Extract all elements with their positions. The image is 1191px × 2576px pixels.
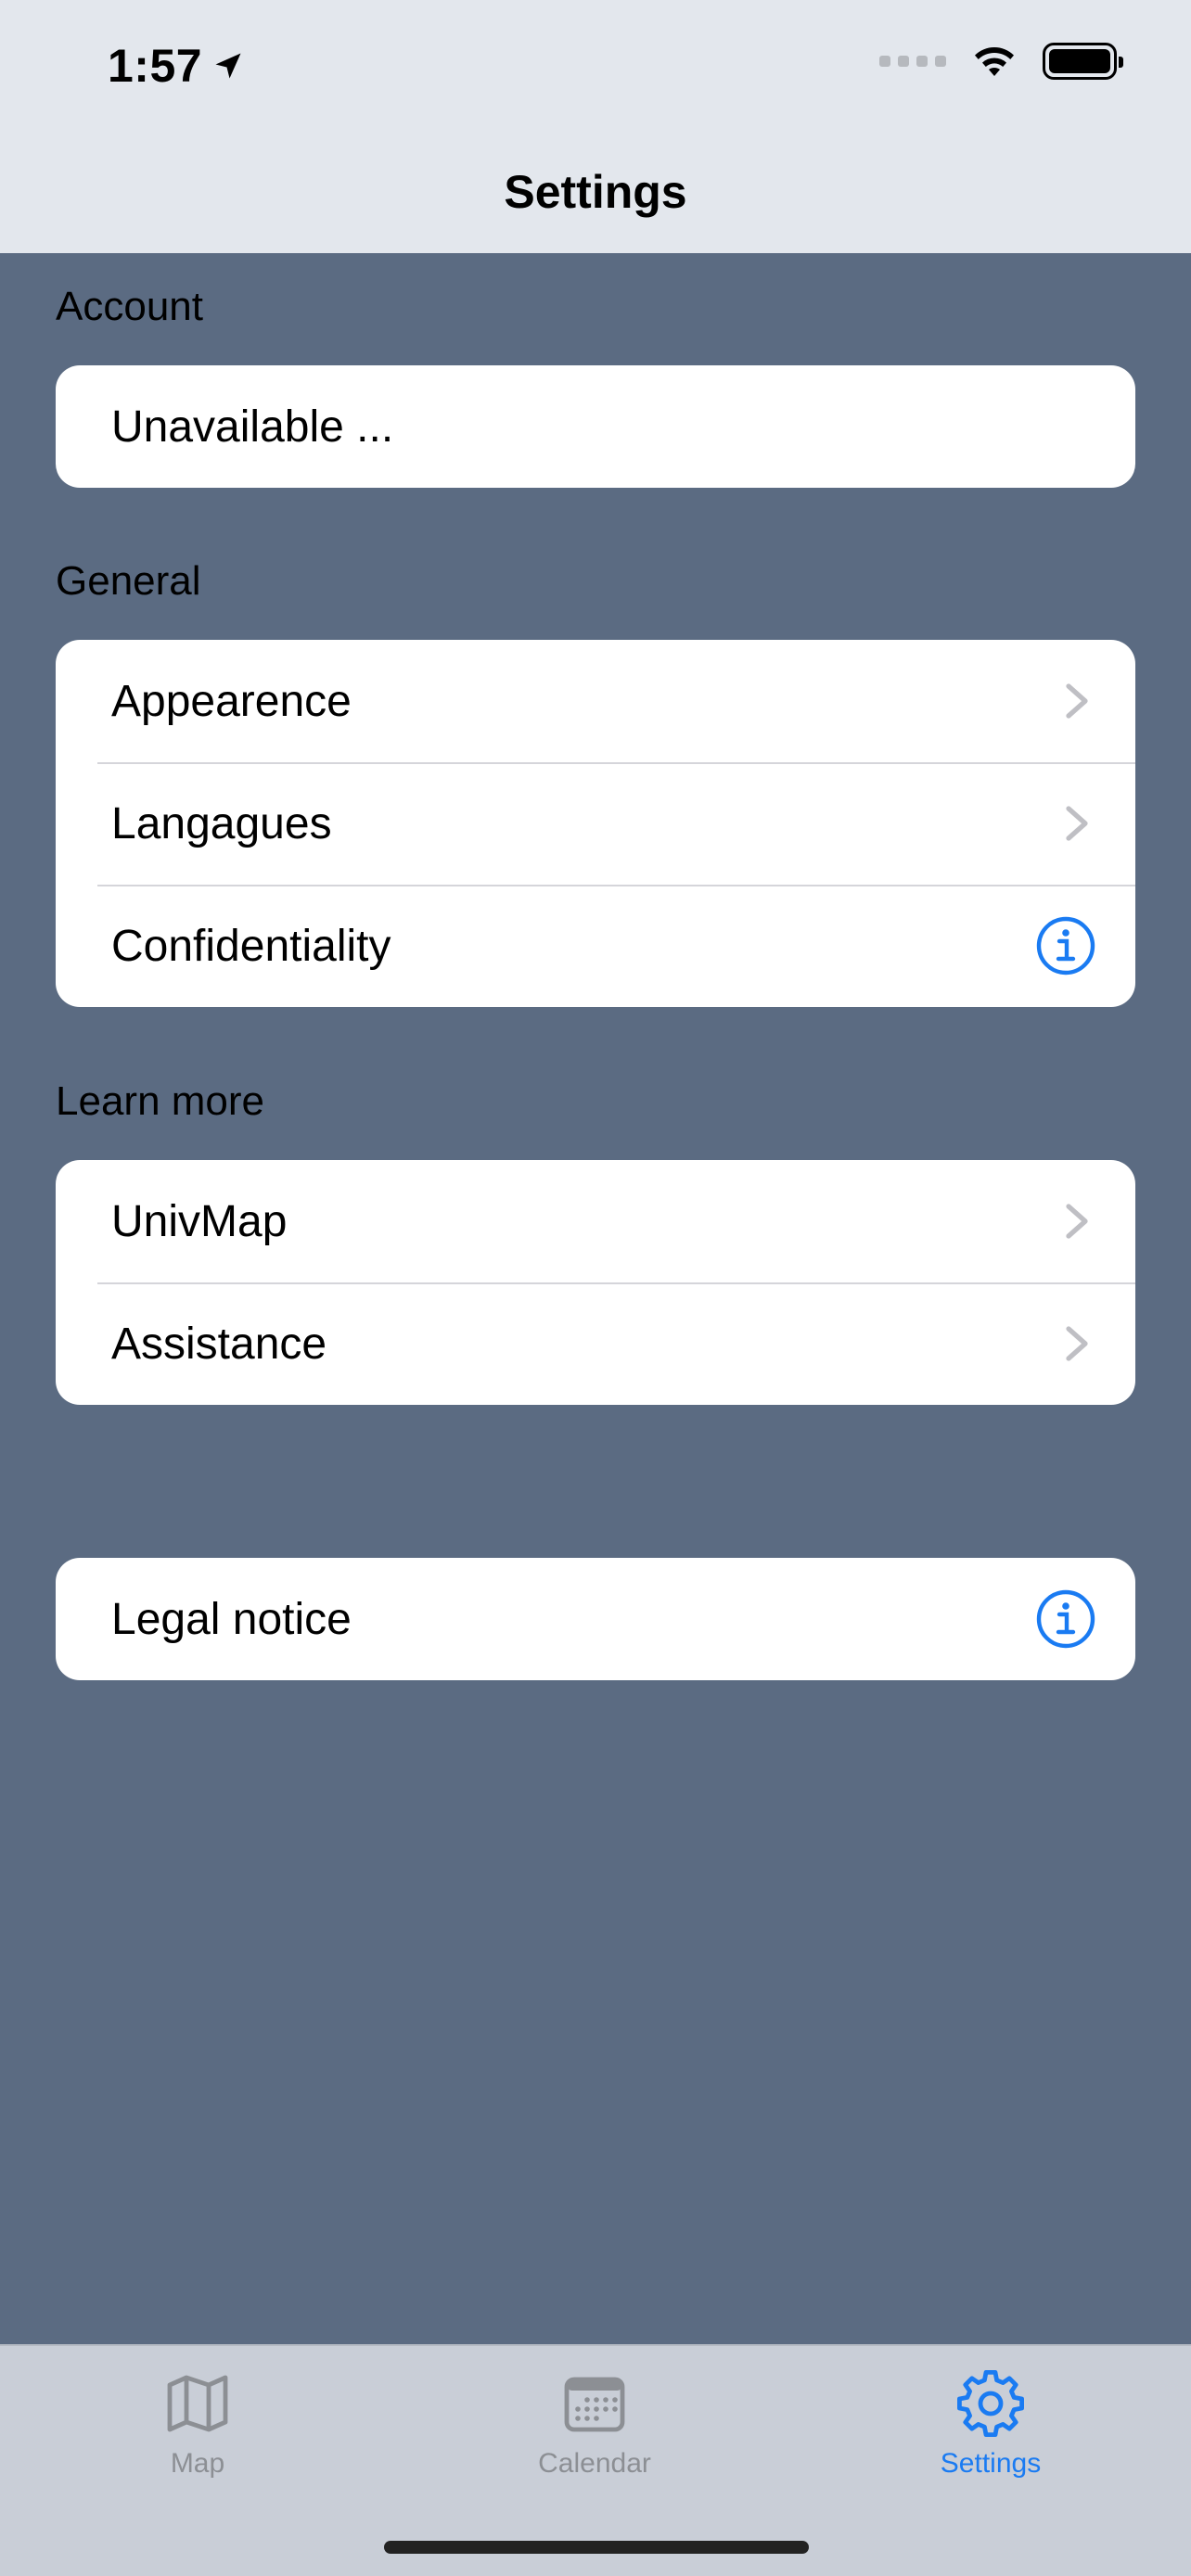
calendar-icon (564, 2377, 625, 2432)
assistance-row[interactable]: Assistance (56, 1282, 1135, 1405)
account-card: Unavailable ... (56, 365, 1135, 488)
map-icon (167, 2375, 228, 2432)
status-indicators (879, 43, 1123, 80)
univmap-row[interactable]: UnivMap (56, 1160, 1135, 1282)
status-time-text: 1:57 (108, 40, 203, 92)
legal-notice-label: Legal notice (111, 1594, 352, 1644)
general-card: Appearence Langagues Confidentiality (56, 640, 1135, 1007)
gear-icon (957, 2370, 1024, 2437)
tab-calendar-label: Calendar (538, 2448, 651, 2479)
location-arrow-icon (215, 53, 241, 79)
chevron-right-icon (1066, 1326, 1088, 1361)
languages-row[interactable]: Langagues (56, 762, 1135, 885)
languages-label: Langagues (111, 798, 332, 848)
account-status-label: Unavailable ... (111, 402, 394, 452)
confidentiality-label: Confidentiality (111, 921, 391, 971)
cellular-signal-icon (879, 56, 946, 67)
appearance-row[interactable]: Appearence (56, 640, 1135, 762)
wifi-icon (975, 47, 1014, 76)
appearance-label: Appearence (111, 676, 352, 726)
battery-icon (1043, 43, 1123, 80)
confidentiality-row[interactable]: Confidentiality (56, 885, 1135, 1007)
section-header-general: General (56, 558, 201, 604)
legal-notice-row[interactable]: Legal notice (56, 1558, 1135, 1680)
tab-settings-label: Settings (940, 2448, 1042, 2479)
page-title: Settings (504, 166, 687, 218)
status-time: 1:57 (108, 39, 245, 93)
account-row[interactable]: Unavailable ... (56, 365, 1135, 488)
assistance-label: Assistance (111, 1319, 327, 1369)
info-icon[interactable] (1035, 915, 1096, 976)
legal-card: Legal notice (56, 1558, 1135, 1680)
section-header-learn-more: Learn more (56, 1078, 265, 1124)
section-header-account: Account (56, 284, 203, 329)
chevron-right-icon (1066, 806, 1088, 841)
navigation-header: 1:57 Settings (0, 0, 1191, 253)
univmap-label: UnivMap (111, 1196, 288, 1246)
learn-more-card: UnivMap Assistance (56, 1160, 1135, 1405)
tab-map[interactable]: Map (77, 2370, 318, 2480)
tab-map-label: Map (170, 2448, 225, 2479)
tab-calendar[interactable]: Calendar (474, 2370, 715, 2480)
info-icon[interactable] (1035, 1588, 1096, 1650)
tab-settings[interactable]: Settings (870, 2370, 1111, 2480)
home-indicator[interactable] (384, 2541, 809, 2554)
chevron-right-icon (1066, 683, 1088, 719)
chevron-right-icon (1066, 1204, 1088, 1239)
